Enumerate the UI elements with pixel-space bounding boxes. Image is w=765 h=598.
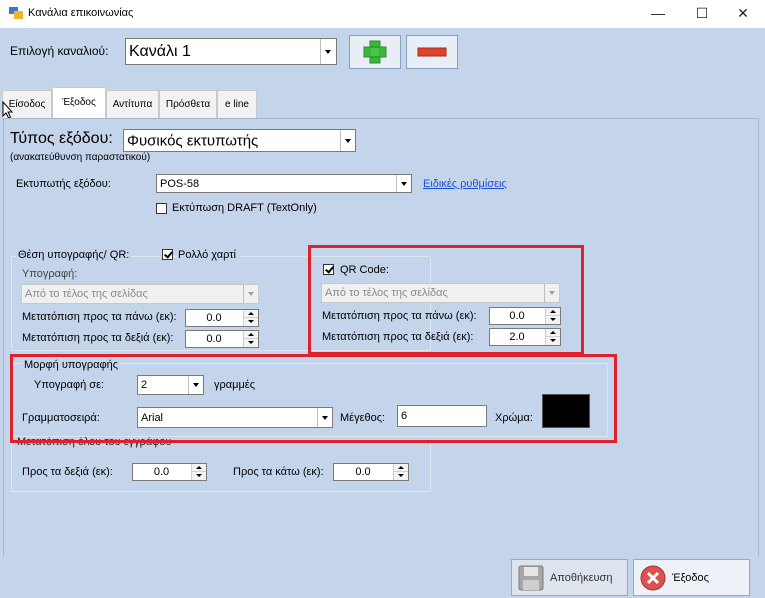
printer-label: Εκτυπωτής εξόδου: bbox=[16, 178, 111, 190]
window-title: Κανάλια επικοινωνίας bbox=[28, 7, 134, 19]
special-settings-link[interactable]: Ειδικές ρυθμίσεις bbox=[423, 178, 507, 190]
remove-channel-button[interactable] bbox=[406, 35, 458, 69]
qr-offset-up-label: Μετατόπιση προς τα πάνω (εκ): bbox=[322, 310, 477, 322]
channel-label: Επιλογή καναλιού: bbox=[10, 44, 109, 58]
chevron-down-icon bbox=[188, 376, 203, 394]
roll-paper-checkbox[interactable] bbox=[162, 249, 173, 260]
color-swatch[interactable] bbox=[542, 394, 590, 428]
chevron-down-icon bbox=[320, 39, 336, 64]
signature-lines-label: Υπογραφή σε: bbox=[34, 379, 105, 391]
qr-offset-up-spinner[interactable]: 0.0 bbox=[489, 307, 561, 325]
signature-position-title: Θέση υπογραφής/ QR: bbox=[16, 249, 132, 261]
signature-label: Υπογραφή: bbox=[22, 268, 78, 280]
add-channel-button[interactable] bbox=[349, 35, 401, 69]
output-type-select[interactable]: Φυσικός εκτυπωτής bbox=[123, 129, 356, 152]
app-icon bbox=[9, 7, 23, 19]
qr-code-checkbox[interactable] bbox=[323, 264, 334, 275]
tab-copies[interactable]: Αντίτυπα bbox=[106, 90, 159, 118]
signature-lines-unit: γραμμές bbox=[214, 379, 255, 391]
signature-offset-right-label: Μετατόπιση προς τα δεξιά (εκ): bbox=[22, 332, 174, 344]
font-size-label: Μέγεθος: bbox=[340, 412, 386, 424]
signature-lines-select[interactable]: 2 bbox=[137, 375, 204, 395]
font-label: Γραμματοσειρά: bbox=[22, 412, 100, 424]
signature-format-title: Μορφή υπογραφής bbox=[22, 359, 121, 371]
mouse-cursor-icon bbox=[2, 101, 14, 119]
output-type-label: Τύπος εξόδου: bbox=[10, 130, 113, 147]
channel-value: Κανάλι 1 bbox=[129, 42, 191, 60]
printer-select[interactable]: POS-58 bbox=[156, 174, 412, 193]
document-offset-right-spinner[interactable]: 0.0 bbox=[132, 463, 207, 481]
output-type-subtitle: (ανακατεύθυνση παραστατικού) bbox=[10, 152, 151, 163]
chevron-down-icon bbox=[396, 175, 411, 192]
close-button[interactable]: ✕ bbox=[721, 0, 765, 28]
tab-additional[interactable]: Πρόσθετα bbox=[159, 90, 217, 118]
signature-offset-right-spinner[interactable]: 0.0 bbox=[185, 330, 259, 348]
color-label: Χρώμα: bbox=[495, 412, 533, 424]
document-offset-down-label: Προς τα κάτω (εκ): bbox=[233, 466, 324, 478]
plus-icon bbox=[363, 40, 387, 64]
document-offset-down-spinner[interactable]: 0.0 bbox=[333, 463, 409, 481]
chevron-down-icon bbox=[243, 285, 258, 303]
minus-icon bbox=[417, 47, 447, 57]
exit-button[interactable]: Έξοδος bbox=[633, 559, 750, 596]
qr-code-label: QR Code: bbox=[340, 264, 389, 276]
tab-output[interactable]: Έξοδος bbox=[52, 87, 106, 119]
document-offset-right-label: Προς τα δεξιά (εκ): bbox=[22, 466, 113, 478]
save-button[interactable]: Αποθήκευση bbox=[511, 559, 628, 596]
signature-offset-up-label: Μετατόπιση προς τα πάνω (εκ): bbox=[22, 311, 177, 323]
chevron-down-icon bbox=[317, 408, 332, 427]
qr-offset-right-spinner[interactable]: 2.0 bbox=[489, 328, 561, 346]
qr-position-select[interactable]: Από το τέλος της σελίδας bbox=[321, 283, 560, 303]
minimize-button[interactable]: — bbox=[636, 0, 680, 28]
font-size-input[interactable]: 6 bbox=[397, 405, 487, 427]
font-select[interactable]: Arial bbox=[137, 407, 333, 428]
chevron-down-icon bbox=[544, 284, 559, 302]
signature-offset-up-spinner[interactable]: 0.0 bbox=[185, 309, 259, 327]
draft-checkbox[interactable] bbox=[156, 203, 167, 214]
save-icon bbox=[518, 565, 544, 591]
maximize-button[interactable]: ☐ bbox=[680, 0, 724, 28]
qr-offset-right-label: Μετατόπιση προς τα δεξιά (εκ): bbox=[322, 331, 474, 343]
chevron-down-icon bbox=[340, 130, 355, 151]
channel-select[interactable]: Κανάλι 1 bbox=[125, 38, 337, 65]
exit-icon bbox=[640, 565, 666, 591]
tab-eline[interactable]: e line bbox=[217, 90, 257, 118]
roll-paper-label: Ρολλό χαρτί bbox=[178, 249, 240, 261]
draft-label: Εκτύπωση DRAFT (TextOnly) bbox=[172, 202, 317, 214]
signature-position-select[interactable]: Από το τέλος της σελίδας bbox=[21, 284, 259, 304]
